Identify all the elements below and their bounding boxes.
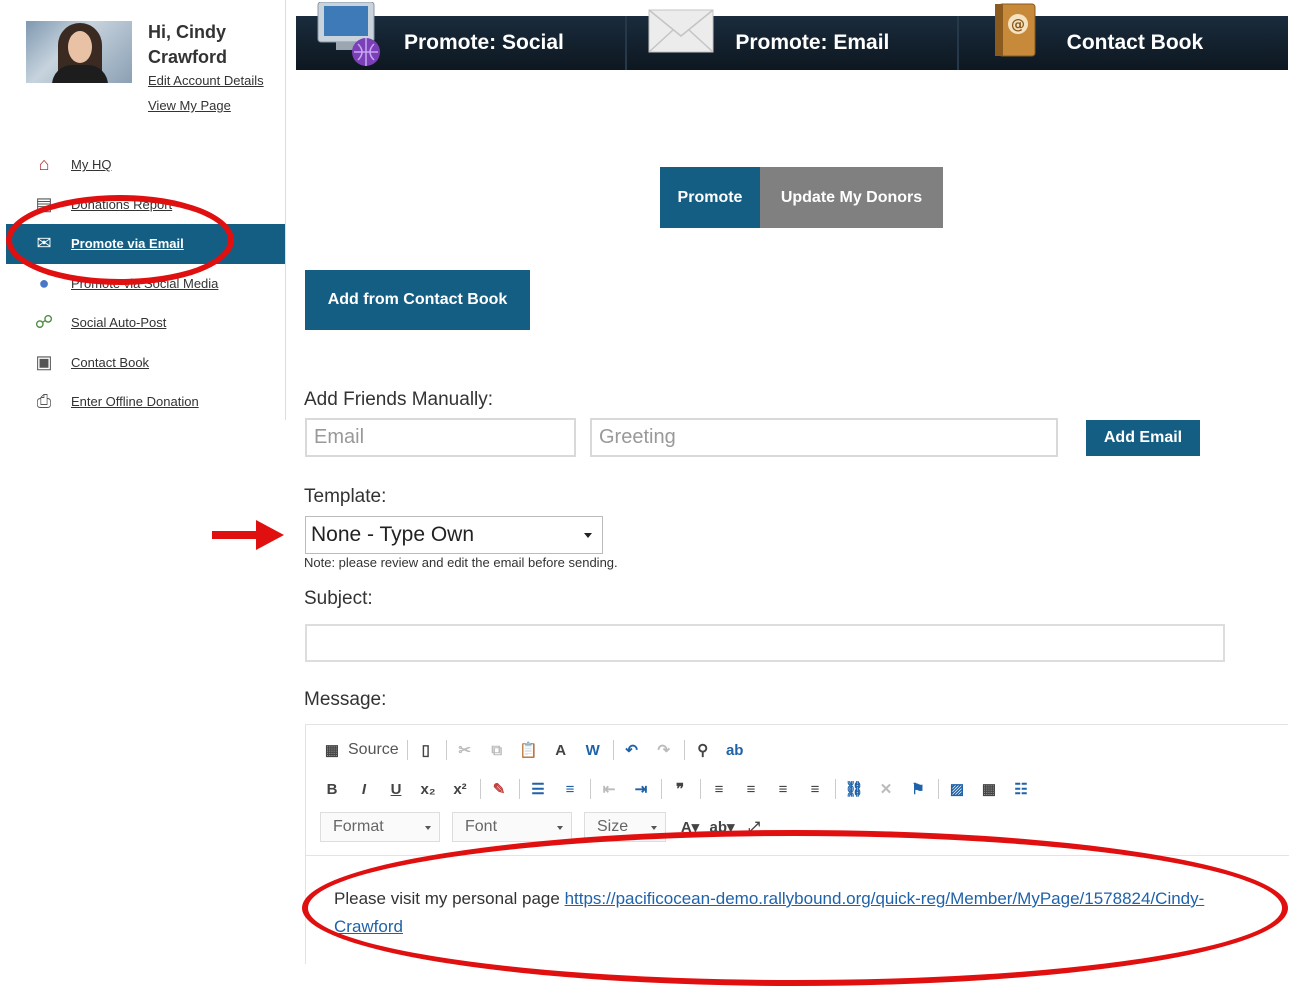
edit-account-link[interactable]: Edit Account Details: [148, 73, 264, 88]
add-email-button[interactable]: Add Email: [1086, 420, 1200, 456]
sidebar-item-label: Contact Book: [71, 354, 150, 370]
indent-icon[interactable]: ⇥: [629, 777, 653, 801]
tab-promote-email[interactable]: Promote: Email: [627, 9, 959, 70]
cut-icon[interactable]: ✂: [453, 738, 477, 762]
tab-label: Contact Book: [1066, 31, 1204, 54]
italic-icon[interactable]: I: [352, 777, 376, 801]
redo-icon[interactable]: ↷: [652, 738, 676, 762]
template-note: Note: please review and edit the email b…: [304, 555, 618, 570]
svg-text:@: @: [1011, 17, 1025, 33]
image-icon[interactable]: ▨: [945, 777, 969, 801]
promote-button[interactable]: Promote: [660, 167, 760, 228]
editor-toolbar-row-1: ▦ Source ▯ ✂ ⧉ 📋 A W ↶ ↷ ⚲ ab: [320, 735, 755, 765]
subject-input[interactable]: [305, 624, 1225, 662]
find-icon[interactable]: ⚲: [691, 738, 715, 762]
tab-contact-book[interactable]: @ Contact Book: [958, 3, 1288, 70]
font-dropdown[interactable]: Font: [452, 812, 572, 842]
format-dropdown[interactable]: Format: [320, 812, 440, 842]
editor-toolbar-row-2: B I U x₂ x² ✎ ☰ ≡ ⇤ ⇥ ❞ ≡ ≡ ≡ ≡ ⛓ ✕ ⚑ ▨ …: [320, 774, 1041, 804]
chevron-down-icon: [584, 533, 592, 538]
numbered-list-icon[interactable]: ☰: [526, 777, 550, 801]
align-justify-icon[interactable]: ≡: [803, 777, 827, 801]
highlight-circle-message: [302, 830, 1288, 986]
source-button[interactable]: Source: [348, 741, 399, 759]
paste-text-icon[interactable]: A: [549, 738, 573, 762]
sidebar-item-social-autopost[interactable]: ☍ Social Auto-Post: [6, 303, 285, 343]
align-center-icon[interactable]: ≡: [739, 777, 763, 801]
template-select[interactable]: None - Type Own: [305, 516, 603, 554]
subscript-icon[interactable]: x₂: [416, 777, 440, 801]
message-heading: Message:: [304, 689, 387, 710]
spellcheck-icon[interactable]: ab: [723, 738, 747, 762]
template-selected-value: None - Type Own: [311, 523, 475, 546]
promote-mode-toggle: Promote Update My Donors: [660, 167, 943, 228]
greeting-field[interactable]: Greeting: [590, 418, 1058, 457]
remove-format-icon[interactable]: ✎: [487, 777, 511, 801]
underline-icon[interactable]: U: [384, 777, 408, 801]
home-icon: ⌂: [38, 154, 50, 175]
template-heading: Template:: [304, 486, 387, 507]
address-book-icon: @: [994, 3, 1036, 57]
avatar[interactable]: [26, 21, 132, 83]
align-left-icon[interactable]: ≡: [707, 777, 731, 801]
table-icon[interactable]: ▦: [977, 777, 1001, 801]
share-icon: ☍: [34, 312, 54, 333]
source-icon[interactable]: ▦: [320, 738, 344, 762]
email-field[interactable]: Email: [305, 418, 576, 457]
align-right-icon[interactable]: ≡: [771, 777, 795, 801]
sidebar-item-label: My HQ: [71, 157, 112, 173]
envelope-icon: [648, 9, 714, 53]
printer-icon: ⎙: [36, 391, 52, 412]
monitor-globe-icon: [317, 2, 380, 66]
sidebar-item-contact-book[interactable]: ▣ Contact Book: [6, 343, 285, 383]
user-greeting: Hi, Cindy Crawford: [148, 22, 228, 67]
view-my-page-link[interactable]: View My Page: [148, 98, 231, 113]
tab-label: Promote: Email: [735, 31, 890, 54]
horizontal-rule-icon[interactable]: ☷: [1009, 777, 1033, 801]
tab-label: Promote: Social: [404, 31, 564, 54]
red-arrow-icon: [212, 520, 284, 550]
superscript-icon[interactable]: x²: [448, 777, 472, 801]
unlink-icon[interactable]: ✕: [874, 777, 898, 801]
update-donors-button[interactable]: Update My Donors: [760, 167, 943, 228]
paste-icon[interactable]: 📋: [517, 738, 541, 762]
new-page-icon[interactable]: ▯: [414, 738, 438, 762]
highlight-circle-sidebar: [6, 195, 234, 285]
outdent-icon[interactable]: ⇤: [597, 777, 621, 801]
undo-icon[interactable]: ↶: [620, 738, 644, 762]
add-friends-heading: Add Friends Manually:: [304, 389, 494, 410]
sidebar-item-label: Enter Offline Donation: [71, 394, 199, 410]
sidebar-item-offline-donation[interactable]: ⎙ Enter Offline Donation: [6, 382, 285, 422]
tab-promote-social[interactable]: Promote: Social: [296, 2, 628, 70]
sidebar-item-my-hq[interactable]: ⌂ My HQ: [6, 145, 285, 185]
subject-heading: Subject:: [304, 588, 373, 609]
link-icon[interactable]: ⛓: [842, 777, 866, 801]
bulleted-list-icon[interactable]: ≡: [558, 777, 582, 801]
add-from-contact-book-button[interactable]: Add from Contact Book: [305, 270, 530, 330]
address-card-icon: ▣: [35, 351, 53, 372]
bold-icon[interactable]: B: [320, 777, 344, 801]
paste-word-icon[interactable]: W: [581, 738, 605, 762]
top-tab-bar: Promote: Social Promote: Email @ Contact…: [296, 2, 1288, 70]
blockquote-icon[interactable]: ❞: [668, 777, 692, 801]
anchor-icon[interactable]: ⚑: [906, 777, 930, 801]
copy-icon[interactable]: ⧉: [485, 738, 509, 762]
sidebar-item-label: Social Auto-Post: [71, 315, 167, 331]
